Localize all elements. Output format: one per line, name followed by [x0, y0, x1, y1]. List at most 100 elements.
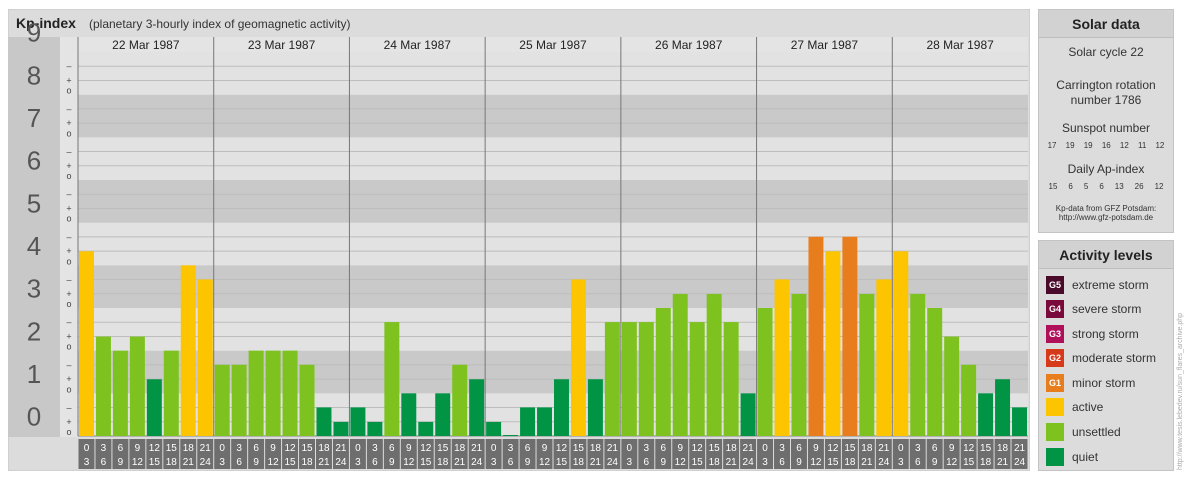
minor-tick-label: o	[66, 384, 71, 394]
interval-end-label: 18	[844, 457, 856, 468]
minor-tick-label: +	[66, 417, 71, 427]
y-tick-label: 0	[27, 402, 41, 432]
interval-start-label: 3	[779, 443, 785, 454]
interval-end-label: 15	[149, 457, 161, 468]
sunspot-value: 19	[1065, 141, 1075, 150]
interval-start-label: 9	[542, 443, 548, 454]
interval-start-label: 0	[491, 443, 497, 454]
day-label: 22 Mar 1987	[112, 38, 180, 52]
interval-start-label: 21	[471, 443, 483, 454]
kp-bar	[927, 308, 943, 436]
interval-end-label: 6	[644, 457, 650, 468]
sunspot-value: 12	[1155, 141, 1165, 150]
kp-bar	[859, 293, 875, 436]
minor-tick-label: +	[66, 374, 71, 384]
interval-end-label: 6	[915, 457, 921, 468]
minor-tick-label: –	[66, 360, 71, 370]
legend-label: extreme storm	[1072, 277, 1149, 292]
kp-bar	[79, 251, 94, 436]
interval-start-label: 12	[149, 443, 161, 454]
interval-start-label: 0	[898, 443, 904, 454]
interval-start-label: 6	[660, 443, 666, 454]
interval-start-label: 21	[607, 443, 619, 454]
kp-bar	[486, 421, 502, 436]
kp-bar	[604, 322, 620, 436]
interval-start-label: 12	[420, 443, 432, 454]
kp-bar	[723, 322, 739, 436]
interval-start-label: 15	[980, 443, 992, 454]
interval-end-label: 9	[118, 457, 124, 468]
interval-start-label: 15	[166, 443, 178, 454]
interval-start-label: 9	[677, 443, 683, 454]
kp-bar	[961, 364, 977, 436]
kp-bar	[384, 322, 400, 436]
legend-label: severe storm	[1072, 302, 1142, 317]
minor-tick-label: +	[66, 118, 71, 128]
interval-start-label: 9	[406, 443, 412, 454]
interval-end-label: 3	[898, 457, 904, 468]
interval-start-label: 9	[949, 443, 955, 454]
sunspot-value: 12	[1119, 141, 1129, 150]
carrington-line2: number 1786	[1070, 93, 1142, 107]
interval-end-label: 18	[573, 457, 585, 468]
kp-bar	[95, 336, 111, 436]
interval-start-label: 6	[389, 443, 395, 454]
interval-end-label: 24	[607, 457, 619, 468]
kp-bar	[893, 251, 909, 436]
sunspot-values: 17 19 19 16 12 11 12	[1039, 141, 1173, 150]
legend-item: G1 minor storm	[1046, 373, 1173, 392]
kp-bar	[655, 308, 671, 436]
interval-end-label: 3	[84, 457, 90, 468]
kp-bar	[469, 379, 485, 436]
sunspot-value: 11	[1137, 141, 1147, 150]
legend-swatch	[1046, 398, 1064, 417]
minor-tick-label: o	[66, 256, 71, 266]
interval-end-label: 9	[525, 457, 531, 468]
kp-chart: Kp-index (planetary 3-hourly index of ge…	[8, 9, 1030, 471]
y-tick-label: 7	[27, 103, 41, 133]
kp-bar	[740, 393, 756, 436]
interval-end-label: 18	[301, 457, 313, 468]
interval-end-label: 3	[219, 457, 225, 468]
interval-end-label: 12	[539, 457, 551, 468]
interval-start-label: 18	[997, 443, 1009, 454]
kp-chart-panel: Kp-index (planetary 3-hourly index of ge…	[8, 9, 1030, 471]
legend-swatch: G3	[1046, 324, 1064, 343]
interval-end-label: 12	[946, 457, 958, 468]
kp-bar	[248, 350, 264, 436]
ap-value: 13	[1114, 182, 1124, 191]
interval-start-label: 3	[915, 443, 921, 454]
kp-bar	[129, 336, 145, 436]
interval-start-label: 21	[200, 443, 212, 454]
kp-bar	[350, 407, 366, 436]
interval-end-label: 3	[355, 457, 361, 468]
interval-start-label: 9	[813, 443, 819, 454]
grid-band	[78, 222, 1028, 266]
kp-bar	[910, 293, 926, 436]
kp-bar	[197, 279, 213, 436]
interval-start-label: 3	[508, 443, 514, 454]
kp-bar	[1012, 407, 1027, 436]
interval-start-label: 12	[827, 443, 839, 454]
kp-bar	[265, 350, 281, 436]
interval-start-label: 3	[236, 443, 242, 454]
solar-cycle: Solar cycle 22	[1068, 45, 1144, 59]
kp-bar	[299, 364, 315, 436]
interval-start-label: 15	[437, 443, 449, 454]
kp-bar	[587, 379, 603, 436]
kp-bar	[163, 350, 179, 436]
interval-end-label: 15	[284, 457, 296, 468]
day-label: 28 Mar 1987	[926, 38, 994, 52]
kp-bar	[231, 364, 247, 436]
interval-end-label: 21	[454, 457, 466, 468]
legend-label: unsettled	[1072, 425, 1121, 440]
kp-bar	[503, 435, 519, 436]
ap-value: 6	[1068, 182, 1073, 191]
activity-levels-title: Activity levels	[1039, 241, 1173, 269]
minor-tick-label: –	[66, 189, 71, 199]
interval-start-label: 6	[118, 443, 124, 454]
ap-value: 6	[1099, 182, 1104, 191]
interval-start-label: 21	[1014, 443, 1026, 454]
interval-end-label: 15	[692, 457, 704, 468]
legend-item: G3 strong storm	[1046, 324, 1173, 343]
